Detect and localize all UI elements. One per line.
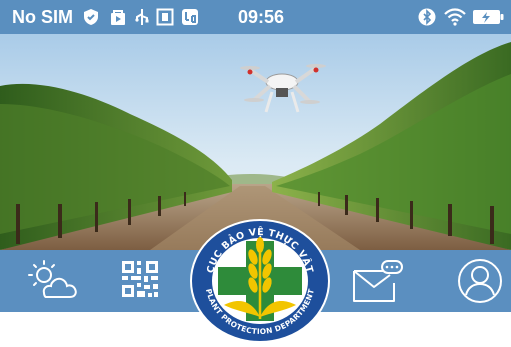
bluetooth-icon (418, 8, 436, 26)
hero-image (0, 34, 511, 250)
qr-code-icon (122, 261, 158, 297)
shield-icon (84, 9, 98, 25)
bag-icon (111, 10, 125, 25)
screenshot-icon (156, 8, 174, 26)
status-bar: No SIM 09:56 (0, 0, 511, 34)
usb-icon (135, 9, 149, 25)
app-icon (182, 9, 198, 25)
profile-button[interactable] (456, 257, 508, 305)
clock: 09:56 (238, 7, 285, 27)
vineyard-illustration (0, 34, 511, 250)
logo-emblem: CỤC BẢO VỆ THỰC VẬT PLANT PROTECTION DEP… (190, 219, 330, 343)
carrier-label: No SIM (12, 7, 73, 27)
weather-button[interactable] (26, 257, 78, 305)
messages-button[interactable] (350, 257, 403, 305)
profile-icon (458, 259, 502, 303)
battery-charging-icon (473, 10, 504, 24)
wifi-icon (444, 8, 466, 26)
weather-icon (28, 260, 77, 298)
message-icon (353, 260, 403, 302)
plant-protection-logo: CỤC BẢO VỆ THỰC VẬT PLANT PROTECTION DEP… (190, 219, 330, 343)
qr-scan-button[interactable] (120, 257, 172, 305)
